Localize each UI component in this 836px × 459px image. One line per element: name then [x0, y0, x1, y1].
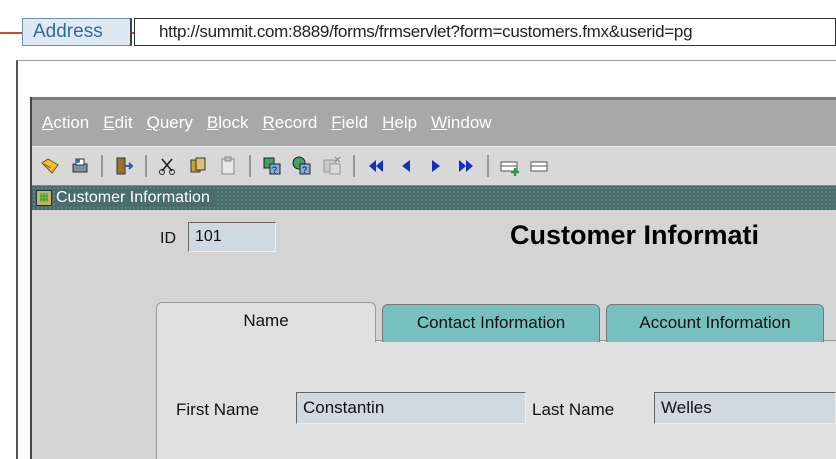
- enter-query-icon[interactable]: ?: [260, 154, 284, 178]
- menu-query[interactable]: Query: [147, 113, 193, 133]
- menu-bar: Action Edit Query Block Record Field Hel…: [32, 100, 836, 146]
- paste-icon[interactable]: [216, 154, 240, 178]
- address-bar-area: Address http://summit.com:8889/forms/frm…: [0, 0, 836, 60]
- toolbar-separator: [145, 155, 147, 177]
- copy-icon[interactable]: [186, 154, 210, 178]
- first-name-label: First Name: [176, 400, 260, 419]
- cut-icon[interactable]: [156, 154, 180, 178]
- execute-query-icon[interactable]: ?: [290, 154, 314, 178]
- window-form-icon: ▦: [36, 190, 52, 206]
- cancel-query-icon[interactable]: [320, 154, 344, 178]
- address-input[interactable]: http://summit.com:8889/forms/frmservlet?…: [134, 18, 836, 46]
- address-label: Address: [22, 18, 132, 46]
- print-icon[interactable]: [68, 154, 92, 178]
- tab-contact-information[interactable]: Contact Information: [382, 304, 600, 342]
- last-name-label: Last Name: [532, 400, 615, 419]
- toolbar-separator: [353, 155, 355, 177]
- menu-block[interactable]: Block: [207, 113, 249, 133]
- menu-window[interactable]: Window: [431, 113, 491, 133]
- id-label: ID: [160, 230, 176, 247]
- menu-record[interactable]: Record: [262, 113, 317, 133]
- window-title-bar: ▦ Customer Information: [32, 186, 836, 210]
- tab-account-information[interactable]: Account Information: [606, 304, 824, 342]
- form-heading: Customer Informati: [510, 220, 760, 250]
- exit-icon[interactable]: [112, 154, 136, 178]
- toolbar: ? ?: [32, 146, 836, 186]
- tab-name[interactable]: Name: [156, 302, 376, 342]
- menu-field[interactable]: Field: [331, 113, 368, 133]
- menu-edit[interactable]: Edit: [103, 113, 132, 133]
- menu-action[interactable]: Action: [42, 113, 89, 133]
- toolbar-separator: [249, 155, 251, 177]
- next-block-icon[interactable]: [454, 154, 478, 178]
- insert-record-icon[interactable]: [498, 154, 522, 178]
- id-field[interactable]: 101: [188, 222, 276, 252]
- window-title: Customer Information: [56, 189, 216, 206]
- svg-text:?: ?: [272, 165, 277, 175]
- toolbar-separator: [487, 155, 489, 177]
- previous-record-icon[interactable]: [394, 154, 418, 178]
- last-name-field[interactable]: Welles: [654, 392, 836, 424]
- previous-block-icon[interactable]: [364, 154, 388, 178]
- svg-text:?: ?: [302, 165, 307, 175]
- delete-record-icon[interactable]: [528, 154, 552, 178]
- menu-help[interactable]: Help: [382, 113, 417, 133]
- first-name-field[interactable]: Constantin: [296, 392, 526, 424]
- next-record-icon[interactable]: [424, 154, 448, 178]
- save-icon[interactable]: [38, 154, 62, 178]
- toolbar-separator: [101, 155, 103, 177]
